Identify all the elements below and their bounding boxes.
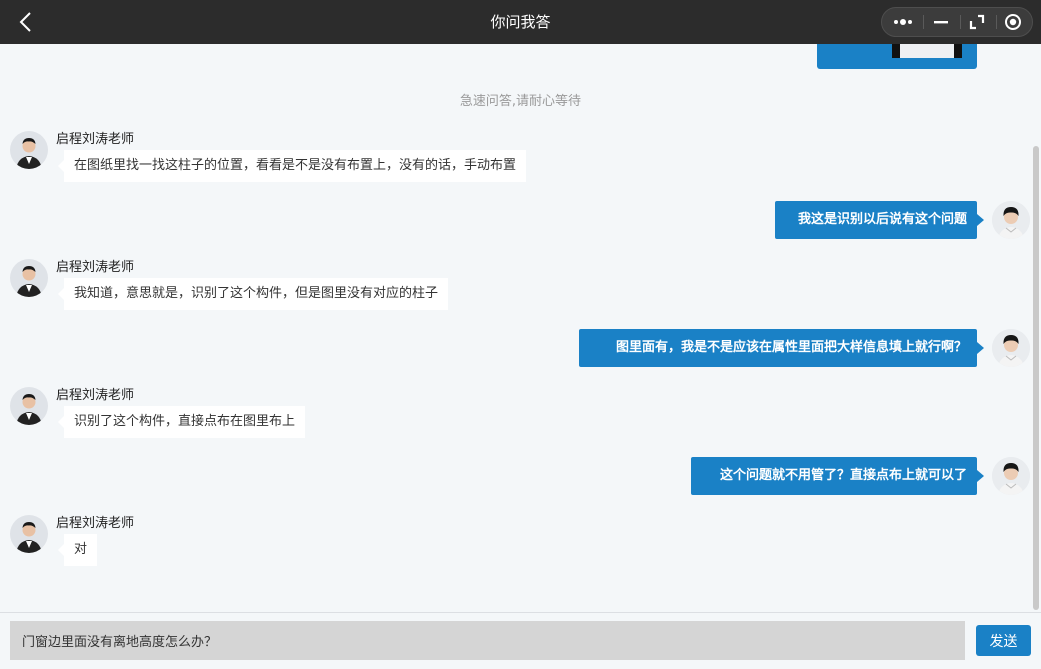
minimize-icon[interactable] (922, 8, 960, 36)
close-target-icon[interactable] (994, 8, 1032, 36)
sender-name: 启程刘涛老师 (56, 132, 135, 147)
teacher-avatar (10, 387, 48, 425)
image-thumbnail[interactable] (892, 44, 962, 58)
incoming-message: 我知道，意思就是，识别了这个构件，但是图里没有对应的柱子 (57, 278, 449, 310)
title-bar: 你问我答 (0, 0, 1041, 44)
send-button[interactable]: 发送 (976, 625, 1031, 656)
teacher-avatar (10, 515, 48, 553)
outgoing-message: 这个问题就不用管了？直接点布上就可以了 (691, 457, 984, 495)
sender-name: 启程刘涛老师 (56, 516, 135, 531)
user-avatar (992, 201, 1030, 239)
sender-name: 启程刘涛老师 (56, 260, 135, 275)
incoming-message: 对 (57, 534, 98, 566)
scrollbar[interactable] (1033, 146, 1039, 610)
outgoing-message: 我这是识别以后说有这个问题 (775, 201, 984, 239)
incoming-message: 在图纸里找一找这柱子的位置，看看是不是没有布置上，没有的话，手动布置 (57, 150, 527, 182)
outgoing-message: 图里面有，我是不是应该在属性里面把大样信息填上就行啊？ (579, 329, 984, 367)
capsule-menu (881, 7, 1033, 37)
teacher-avatar (10, 131, 48, 169)
chat-area (0, 44, 1041, 612)
user-avatar (992, 457, 1030, 495)
sender-name: 启程刘涛老师 (56, 388, 135, 403)
message-input[interactable] (10, 621, 965, 660)
incoming-message: 识别了这个构件，直接点布在图里布上 (57, 406, 306, 438)
teacher-avatar (10, 259, 48, 297)
user-avatar (992, 329, 1030, 367)
restore-icon[interactable] (958, 8, 996, 36)
system-notice: 急速问答,请耐心等待 (459, 94, 582, 109)
more-icon[interactable] (884, 8, 922, 36)
